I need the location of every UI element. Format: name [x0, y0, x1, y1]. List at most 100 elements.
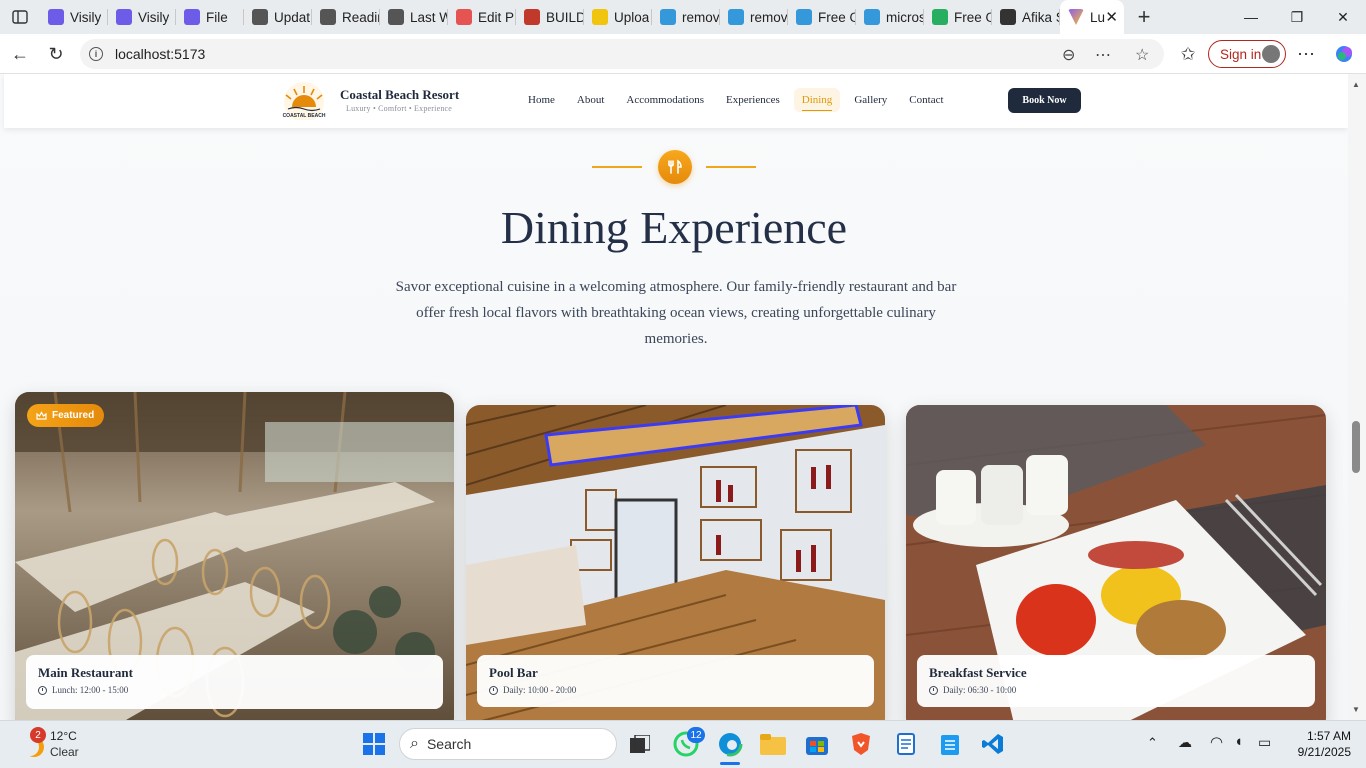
vscode-icon [982, 734, 1003, 754]
browser-tab[interactable]: Updat [244, 0, 312, 34]
nav-item-experiences[interactable]: Experiences [718, 88, 788, 112]
document-icon [897, 733, 915, 755]
system-clock[interactable]: 1:57 AM 9/21/2025 [1285, 728, 1351, 760]
vscode-button[interactable] [978, 729, 1008, 759]
onedrive-icon[interactable]: ☁ [1178, 734, 1192, 751]
browser-tab[interactable]: Free O [788, 0, 856, 34]
battery-icon[interactable]: ▭ [1258, 734, 1271, 751]
sign-in-button[interactable]: Sign in [1208, 40, 1286, 68]
minimize-button[interactable]: ― [1228, 0, 1274, 34]
nav-item-dining[interactable]: Dining [793, 88, 841, 112]
browser-tab[interactable]: Afika S [992, 0, 1060, 34]
site-info-icon[interactable]: i [89, 47, 103, 61]
tab-favicon-icon [252, 9, 268, 25]
svg-text:COASTAL BEACH: COASTAL BEACH [283, 113, 326, 119]
whatsapp-badge: 12 [687, 727, 705, 743]
tab-active[interactable]: Lu ✕ [1060, 0, 1124, 34]
weather-widget[interactable]: 2 12°C Clear [16, 727, 96, 763]
nav-item-gallery[interactable]: Gallery [846, 88, 895, 112]
page-scrollbar[interactable]: ▲ ▼ [1348, 74, 1366, 720]
tab-favicon-icon [184, 9, 200, 25]
scroll-thumb[interactable] [1352, 421, 1360, 473]
browser-tab[interactable]: Readin [312, 0, 380, 34]
brand-name[interactable]: Coastal Beach Resort [340, 87, 459, 103]
brave-button[interactable] [846, 729, 876, 759]
whatsapp-button[interactable]: 12 [671, 727, 705, 759]
dining-card-main-restaurant[interactable]: Featured Main Restaurant Lunch: 12:00 - … [15, 392, 454, 720]
volume-icon[interactable]: ◖ [1234, 733, 1243, 750]
wifi-icon[interactable]: ◠ [1210, 733, 1223, 751]
tab-favicon-icon [728, 9, 744, 25]
resort-logo[interactable]: COASTAL BEACH [274, 80, 334, 120]
browser-tab[interactable]: Visily [40, 0, 108, 34]
show-hidden-icons[interactable]: ⌃ [1147, 735, 1158, 751]
scroll-down-icon[interactable]: ▼ [1352, 705, 1360, 714]
tab-favicon-icon [388, 9, 404, 25]
browser-tab[interactable]: Free O [924, 0, 992, 34]
browser-tab[interactable]: Edit PD [448, 0, 516, 34]
nav-item-about[interactable]: About [569, 88, 613, 112]
book-now-button[interactable]: Book Now [1008, 88, 1081, 113]
tab-favicon-icon [796, 9, 812, 25]
url-text[interactable]: localhost:5173 [115, 46, 205, 62]
tab-label: Uploa [614, 9, 650, 25]
browser-tab[interactable]: Last W [380, 0, 448, 34]
nav-item-accommodations[interactable]: Accommodations [618, 88, 712, 112]
settings-menu-icon[interactable]: ⋯ [1292, 40, 1320, 68]
nav-item-home[interactable]: Home [520, 88, 563, 112]
tab-bar: Visily Visily File Updat Readin Last W Edit PD… [0, 0, 1366, 34]
browser-tab[interactable]: micros [856, 0, 924, 34]
edge-button[interactable] [715, 729, 745, 765]
task-view-button[interactable] [625, 729, 655, 759]
browser-tab[interactable]: BUILD [516, 0, 584, 34]
address-bar[interactable]: i localhost:5173 ⊖ ⋯ ☆ [80, 39, 1164, 69]
taskbar-search[interactable]: ⌕ Search [399, 728, 617, 760]
fork-knife-icon [668, 159, 682, 174]
tab-actions-button[interactable] [0, 0, 40, 34]
browser-tab[interactable]: Visily [108, 0, 176, 34]
site-header: COASTAL BEACH Coastal Beach Resort Luxur… [4, 74, 1348, 128]
store-button[interactable] [802, 729, 832, 759]
dining-badge [658, 150, 692, 184]
section-description: Savor exceptional cuisine in a welcoming… [395, 279, 957, 347]
favorite-star-icon[interactable]: ☆ [1135, 45, 1149, 65]
browser-tab[interactable]: remov [652, 0, 720, 34]
tab-label: Last W [410, 9, 448, 25]
card-title: Pool Bar [489, 665, 538, 680]
windows-taskbar: 2 12°C Clear ⌕ Search 12 ⌃ ☁ ◠ ◖ ▭ 1:57 … [0, 720, 1366, 768]
back-button[interactable]: ← [6, 40, 34, 68]
browser-tab[interactable]: Uploa [584, 0, 652, 34]
tab-label: Free O [818, 9, 856, 25]
brand-tagline: Luxury • Comfort • Experience [346, 104, 453, 113]
nav-item-contact[interactable]: Contact [901, 88, 951, 112]
clock-time: 1:57 AM [1306, 729, 1351, 743]
start-button[interactable] [359, 729, 389, 759]
section-title: Dining Experience [500, 202, 848, 253]
file-explorer-button[interactable] [758, 729, 788, 759]
store-icon [806, 737, 828, 755]
notepad-button[interactable] [935, 729, 965, 759]
maximize-button[interactable]: ❐ [1274, 0, 1320, 34]
browser-tab[interactable]: File [176, 0, 244, 34]
favorites-icon[interactable]: ✩ [1174, 40, 1202, 68]
tab-favicon-icon [116, 9, 132, 25]
scroll-up-icon[interactable]: ▲ [1352, 80, 1360, 89]
notepad-icon [941, 735, 959, 755]
browser-tab[interactable]: remov [720, 0, 788, 34]
copilot-icon[interactable] [1330, 40, 1358, 68]
featured-badge: Featured [27, 404, 105, 427]
tab-label: File [206, 9, 228, 25]
more-tools-icon[interactable]: ⋯ [1095, 45, 1111, 65]
zoom-icon[interactable]: ⊖ [1062, 45, 1075, 65]
document-app-button[interactable] [891, 729, 921, 759]
tab-favicon-icon [932, 9, 948, 25]
close-window-button[interactable]: ✕ [1320, 0, 1366, 34]
tab-label: Readin [342, 9, 380, 25]
tab-favicon-icon [660, 9, 676, 25]
refresh-button[interactable]: ↻ [42, 40, 70, 68]
dining-card-breakfast[interactable]: Breakfast Service Daily: 06:30 - 10:00 [906, 405, 1326, 720]
new-tab-button[interactable]: + [1124, 0, 1164, 34]
weather-desc: Clear [50, 745, 79, 759]
close-tab-icon[interactable]: ✕ [1105, 8, 1118, 26]
dining-card-pool-bar[interactable]: Pool Bar Daily: 10:00 - 20:00 [466, 405, 885, 720]
